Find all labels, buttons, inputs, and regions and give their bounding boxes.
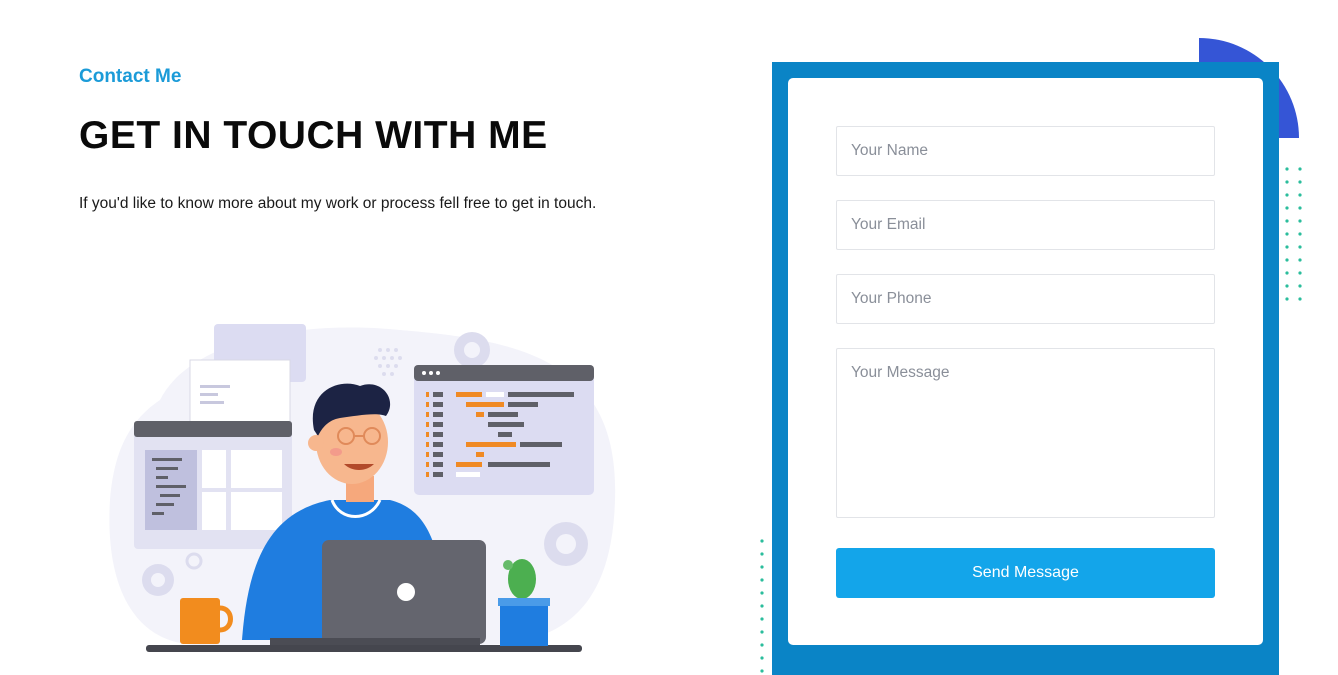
developer-illustration [109, 324, 616, 652]
gear-icon [544, 522, 588, 566]
code-editor-window [414, 365, 594, 495]
gear-icon [454, 332, 490, 368]
phone-input[interactable] [836, 274, 1215, 324]
contact-form: Send Message [788, 78, 1263, 645]
send-message-button[interactable]: Send Message [836, 548, 1215, 598]
desk [146, 645, 582, 652]
name-input[interactable] [836, 126, 1215, 176]
code-note-card [189, 359, 291, 423]
browser-window-left [134, 421, 292, 549]
message-textarea[interactable] [836, 348, 1215, 518]
dot-grid-decoration [1285, 167, 1302, 301]
gear-icon [142, 564, 174, 596]
section-eyebrow: Contact Me [79, 66, 182, 87]
dot-grid-decoration [760, 539, 764, 673]
email-input[interactable] [836, 200, 1215, 250]
page-title: GET IN TOUCH WITH ME [79, 114, 548, 157]
intro-text: If you'd like to know more about my work… [79, 195, 597, 212]
